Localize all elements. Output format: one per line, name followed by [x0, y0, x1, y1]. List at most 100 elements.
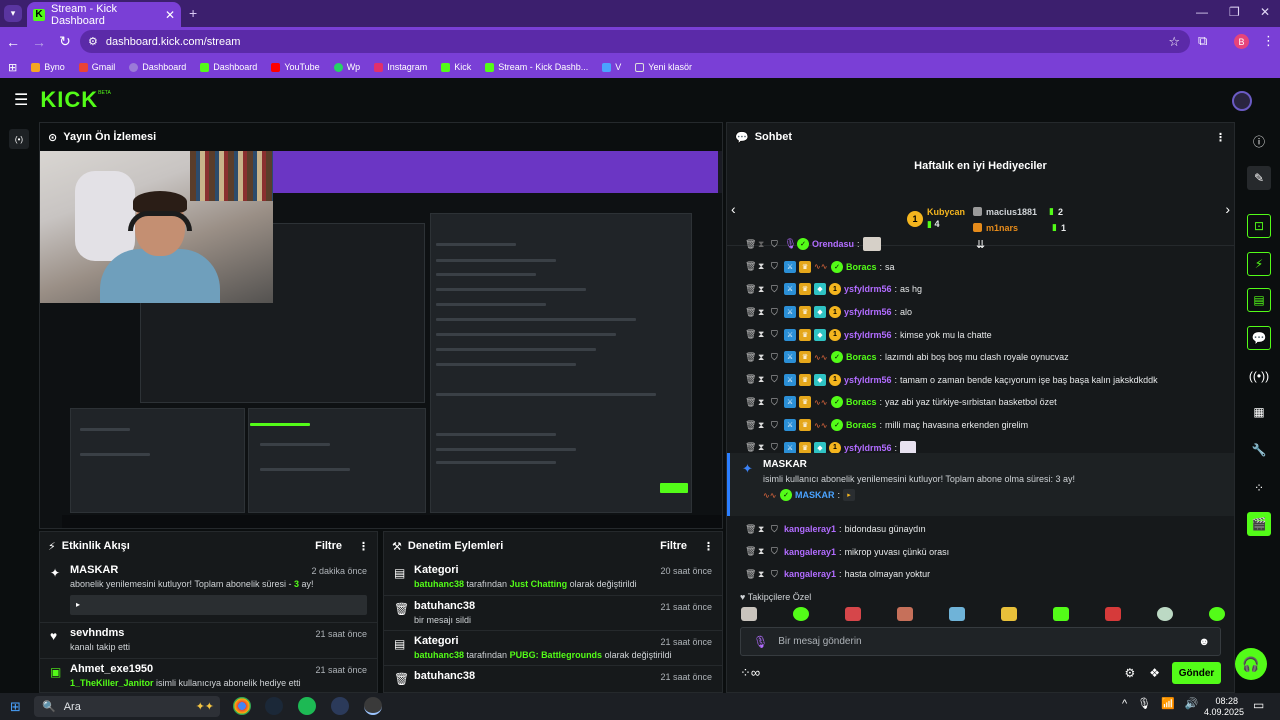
- timeout-icon[interactable]: ⧗: [758, 524, 768, 535]
- ban-icon[interactable]: ⛉: [771, 329, 781, 340]
- gifters-prev-icon[interactable]: ‹: [731, 201, 736, 217]
- delete-icon[interactable]: 🗑: [745, 442, 756, 453]
- live-broadcast-icon[interactable]: (•): [9, 129, 29, 149]
- spotify-icon[interactable]: [298, 697, 316, 715]
- new-tab-button[interactable]: +: [189, 5, 197, 21]
- chat-username[interactable]: ysfyldrm56: [844, 307, 892, 317]
- timeout-icon[interactable]: ⧗: [758, 329, 768, 340]
- steam-icon[interactable]: [265, 697, 283, 715]
- browser-tab-active[interactable]: K Stream - Kick Dashboard ✕: [27, 2, 181, 27]
- screen-capture-icon[interactable]: ⊡: [1247, 214, 1271, 238]
- kick-logo[interactable]: KICK: [40, 87, 98, 113]
- bookmark-item[interactable]: Instagram: [374, 62, 427, 72]
- info-icon[interactable]: ⓘ: [1247, 129, 1271, 153]
- share-icon[interactable]: ⁘: [1247, 476, 1271, 500]
- stream-preview-video[interactable]: [40, 151, 722, 528]
- browser-menu-icon[interactable]: ⋮: [1262, 33, 1275, 49]
- chat-message[interactable]: 🗑 ⧗ ⛉ kangaleray1: hasta olmayan yoktur: [727, 563, 1234, 586]
- chat-message[interactable]: 🗑 ⧗ ⛉ ⚔ ♛ ∿∿ ✓ Boracs: lazımdı abi boş b…: [727, 346, 1234, 369]
- activity-more-icon[interactable]: ⋮: [358, 540, 369, 553]
- chat-username[interactable]: Boracs: [846, 352, 877, 362]
- timeout-icon[interactable]: ⧗: [758, 284, 768, 295]
- delete-icon[interactable]: 🗑: [745, 397, 756, 408]
- gifters-next-icon[interactable]: ›: [1225, 201, 1230, 217]
- timeout-icon[interactable]: ⧗: [758, 397, 768, 408]
- tray-expand-icon[interactable]: ^: [1122, 698, 1127, 710]
- forward-arrow-icon[interactable]: →: [26, 34, 52, 50]
- gifter-entry[interactable]: m1nars ▮ 1: [973, 222, 1066, 233]
- chat-username[interactable]: kangaleray1: [784, 547, 836, 557]
- follower-emote[interactable]: [793, 607, 809, 621]
- ban-icon[interactable]: ⛉: [771, 569, 781, 580]
- restore-button[interactable]: ❐: [1229, 5, 1240, 19]
- chat-message[interactable]: 🗑 ⧗ ⛉ ⚔ ♛ ∿∿ ✓ Boracs: yaz abi yaz türki…: [727, 391, 1234, 414]
- delete-icon[interactable]: 🗑: [745, 352, 756, 363]
- tab-close-icon[interactable]: ✕: [165, 8, 175, 22]
- chat-bubble-icon[interactable]: 💬: [1247, 326, 1271, 350]
- tab-search-button[interactable]: ▾: [4, 5, 22, 22]
- ban-icon[interactable]: ⛉: [771, 524, 781, 535]
- follower-emote[interactable]: [741, 607, 757, 621]
- app-active-icon[interactable]: [364, 697, 382, 715]
- bookmark-star-icon[interactable]: ☆: [1168, 34, 1180, 50]
- follower-emote[interactable]: [845, 607, 861, 621]
- back-arrow-icon[interactable]: ←: [0, 34, 26, 50]
- kick-points-icon[interactable]: ⁘∞: [740, 665, 760, 681]
- help-chat-button[interactable]: 🎧: [1235, 648, 1267, 680]
- broadcast-icon[interactable]: ((•)): [1247, 364, 1271, 388]
- taskbar-clock[interactable]: 08:28 4.09.2025: [1204, 696, 1244, 718]
- send-button[interactable]: Gönder: [1172, 662, 1221, 684]
- moderation-more-icon[interactable]: ⋮: [703, 540, 714, 553]
- bookmark-item[interactable]: YouTube: [271, 62, 320, 72]
- moderation-filter-button[interactable]: Filtre: [660, 540, 687, 552]
- apps-grid-icon[interactable]: ⊞: [8, 61, 17, 74]
- chat-username[interactable]: ysfyldrm56: [844, 443, 892, 453]
- taskbar-search[interactable]: 🔍 Ara ✦✦: [34, 696, 220, 717]
- mic-tray-icon[interactable]: 🎙: [1137, 697, 1151, 710]
- document-icon[interactable]: ▤: [1247, 288, 1271, 312]
- site-info-icon[interactable]: ⚙: [88, 35, 98, 48]
- delete-icon[interactable]: 🗑: [745, 374, 756, 385]
- delete-icon[interactable]: 🗑: [745, 307, 756, 318]
- chat-message[interactable]: 🗑 ⧗ ⛉ ⚔ ♛ ◆ 1 ysfyldrm56: kimse yok mu l…: [727, 323, 1234, 346]
- follower-emote[interactable]: [1001, 607, 1017, 621]
- delete-icon[interactable]: 🗑: [745, 420, 756, 431]
- emoji-icon[interactable]: ☻: [1198, 636, 1210, 648]
- user-avatar[interactable]: [1232, 91, 1252, 111]
- profile-avatar[interactable]: B: [1234, 34, 1249, 49]
- ban-icon[interactable]: ⛉: [771, 397, 781, 408]
- windows-start-icon[interactable]: ⊞: [10, 699, 21, 715]
- layers-icon[interactable]: ▦: [1247, 400, 1271, 424]
- bookmark-item[interactable]: Dashboard: [200, 62, 257, 72]
- chat-message[interactable]: 🗑 ⧗ ⛉ ⚔ ♛ ◆ 1 ysfyldrm56: as hg: [727, 278, 1234, 301]
- timeout-icon[interactable]: ⧗: [758, 307, 768, 318]
- bookmark-item[interactable]: Byno: [31, 62, 65, 72]
- settings-gear-icon[interactable]: ⚙: [1124, 666, 1135, 680]
- ban-icon[interactable]: ⛉: [771, 546, 781, 557]
- mic-icon[interactable]: 🎙: [753, 635, 768, 649]
- timeout-icon[interactable]: ⧗: [758, 546, 768, 557]
- timeout-icon[interactable]: ⧗: [758, 261, 768, 272]
- follower-emote[interactable]: [949, 607, 965, 621]
- gifter-entry[interactable]: 1 Kubycan ▮ 4: [907, 207, 965, 230]
- clapperboard-icon[interactable]: 🎬: [1247, 512, 1271, 536]
- volume-icon[interactable]: 🔊: [1185, 697, 1199, 710]
- ban-icon[interactable]: ⛉: [771, 374, 781, 385]
- chat-message[interactable]: 🗑 ⧗ ⛉ ⚔ ♛ ∿∿ ✓ Boracs: sa: [727, 256, 1234, 279]
- ban-icon[interactable]: ⛉: [771, 442, 781, 453]
- ban-icon[interactable]: ⛉: [771, 284, 781, 295]
- delete-icon[interactable]: 🗑: [745, 261, 756, 272]
- ban-icon[interactable]: ⛉: [771, 261, 781, 272]
- obs-icon[interactable]: [331, 697, 349, 715]
- timeout-icon[interactable]: ⧗: [758, 239, 768, 250]
- sub-notice-user[interactable]: MASKAR: [763, 459, 1222, 470]
- chat-username[interactable]: kangaleray1: [784, 524, 836, 534]
- gift-icon[interactable]: ❖: [1149, 666, 1160, 680]
- bookmark-item[interactable]: Dashboard: [129, 62, 186, 72]
- timeout-icon[interactable]: ⧗: [758, 420, 768, 431]
- gifter-entry[interactable]: macius1881 ▮ 2: [973, 206, 1063, 217]
- bookmark-item[interactable]: Stream - Kick Dashb...: [485, 62, 588, 72]
- wifi-icon[interactable]: 📶: [1161, 697, 1175, 710]
- chat-message[interactable]: 🗑 ⧗ ⛉ ⚔ ♛ ◆ 1 ysfyldrm56: tamam o zaman …: [727, 369, 1234, 392]
- timeout-icon[interactable]: ⧗: [758, 569, 768, 580]
